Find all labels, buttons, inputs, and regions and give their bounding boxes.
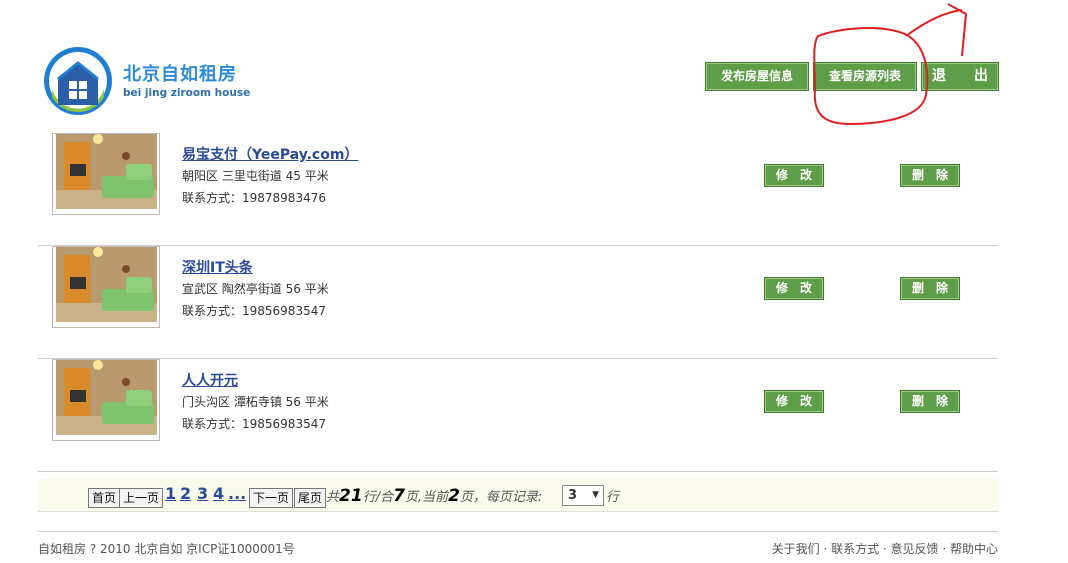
delete-button[interactable]: 删 除: [900, 164, 960, 187]
current-page: 2: [448, 486, 460, 506]
annotation-arrow-line: [905, 9, 963, 37]
edit-button[interactable]: 修 改: [764, 277, 824, 300]
total-prefix: 共: [326, 490, 340, 505]
first-page-button[interactable]: 首页: [88, 488, 121, 508]
listing-contact: 联系方式：19856983547: [182, 417, 326, 431]
page-link-2[interactable]: 2: [180, 484, 191, 503]
listing-address: 朝阳区 三里屯街道 45 平米: [182, 169, 329, 183]
copyright-text: 自如租房 ? 2010 北京自如 京ICP证1000001号: [38, 542, 295, 556]
per-page-suffix: 行: [606, 490, 620, 505]
edit-button[interactable]: 修 改: [764, 164, 824, 187]
next-page-button[interactable]: 下一页: [249, 488, 294, 508]
prev-page-button[interactable]: 上一页: [119, 488, 164, 508]
page-count-suffix: 页,当前: [404, 490, 449, 505]
house-logo-icon: [44, 47, 112, 115]
total-count: 21: [339, 486, 363, 506]
per-page-select[interactable]: 3 ▼: [562, 485, 604, 506]
annotation-arrowhead: [947, 3, 968, 57]
room-photo-icon: [56, 360, 157, 435]
logout-button[interactable]: 退 出: [921, 62, 999, 91]
edit-button[interactable]: 修 改: [764, 390, 824, 413]
page-link-more[interactable]: ...: [228, 484, 246, 503]
footer-links[interactable]: 关于我们 · 联系方式 · 意见反馈 · 帮助中心: [772, 540, 998, 557]
chevron-down-icon: ▼: [592, 490, 599, 500]
delete-button[interactable]: 删 除: [900, 390, 960, 413]
listing-title-link[interactable]: 易宝支付（YeePay.com）: [182, 144, 358, 164]
listing-thumbnail[interactable]: [52, 133, 160, 215]
listing-contact: 联系方式：19856983547: [182, 304, 326, 318]
listing-address: 宣武区 陶然亭街道 56 平米: [182, 282, 329, 296]
page-link-4[interactable]: 4: [213, 484, 224, 503]
page-link-1[interactable]: 1: [165, 484, 176, 503]
pagination-bar: 首页 上一页 1 2 3 4 ... 下一页 尾页 共21行/合7页,当前2页，…: [38, 479, 998, 512]
listing-thumbnail[interactable]: [52, 359, 160, 441]
listing-row: 深圳IT头条 宣武区 陶然亭街道 56 平米 联系方式：19856983547 …: [38, 246, 998, 359]
listing-title-link[interactable]: 人人开元: [182, 370, 238, 390]
listing-thumbnail[interactable]: [52, 246, 160, 328]
listing-row: 易宝支付（YeePay.com） 朝阳区 三里屯街道 45 平米 联系方式：19…: [38, 133, 998, 246]
delete-button[interactable]: 删 除: [900, 277, 960, 300]
listing-contact: 联系方式：19878983476: [182, 191, 326, 205]
view-listings-button[interactable]: 查看房源列表: [813, 62, 917, 91]
room-photo-icon: [56, 247, 157, 322]
publish-listing-button[interactable]: 发布房屋信息: [705, 62, 809, 91]
page-count: 7: [393, 486, 405, 506]
logo: [42, 45, 114, 117]
footer-divider: [38, 531, 998, 532]
per-page-value: 3: [568, 488, 578, 503]
listing-row: 人人开元 门头沟区 潭柘寺镇 56 平米 联系方式：19856983547 修 …: [38, 359, 998, 472]
total-suffix: 行/合: [362, 490, 394, 505]
listing-address: 门头沟区 潭柘寺镇 56 平米: [182, 395, 329, 409]
page-link-3[interactable]: 3: [197, 484, 208, 503]
brand-name-cn: 北京自如租房: [123, 64, 237, 85]
room-photo-icon: [56, 134, 157, 209]
current-suffix: 页，每页记录:: [459, 490, 543, 505]
listing-title-link[interactable]: 深圳IT头条: [182, 257, 253, 277]
last-page-button[interactable]: 尾页: [294, 488, 327, 508]
brand-name-en: bei jing ziroom house: [123, 87, 251, 99]
pagination-summary: 共21行/合7页,当前2页，每页记录:: [326, 486, 542, 506]
